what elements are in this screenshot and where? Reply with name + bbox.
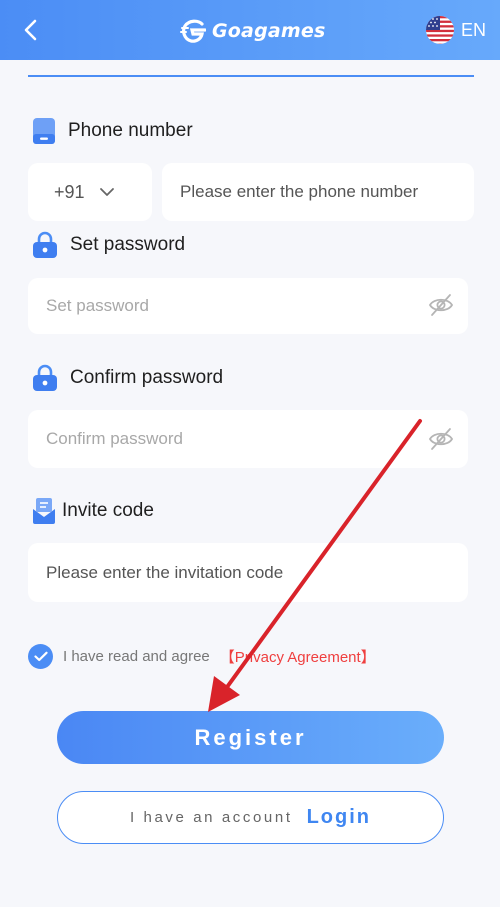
lock-icon [33, 364, 57, 391]
brand-logo: Goagames [180, 17, 326, 45]
confirm-password-input[interactable]: Confirm password [28, 410, 468, 468]
goagames-logo-icon [180, 19, 206, 43]
phone-icon [33, 118, 55, 144]
tab-underline [28, 75, 474, 77]
agree-checkbox[interactable] [28, 644, 53, 669]
phone-label-row: Phone number [32, 117, 193, 145]
confirm-password-placeholder: Confirm password [46, 429, 183, 448]
login-button[interactable]: I have an account Login [57, 791, 444, 844]
agreement-text: I have read and agree [63, 648, 210, 665]
invite-label: Invite code [62, 500, 154, 521]
us-flag-icon [425, 16, 454, 44]
password-label-row: Set password [32, 231, 185, 259]
brand-name: Goagames [212, 20, 326, 42]
agreement-row: I have read and agree 【Privacy Agreement… [28, 644, 376, 669]
chevron-down-icon [99, 188, 114, 196]
country-code-value: +91 [54, 181, 85, 202]
password-label: Set password [70, 234, 186, 255]
eye-off-icon[interactable] [428, 426, 454, 452]
language-selector[interactable]: EN [425, 14, 486, 46]
invite-label-row: Invite code [32, 497, 154, 525]
phone-input[interactable]: Please enter the phone number [162, 163, 474, 221]
phone-label: Phone number [68, 120, 193, 141]
chevron-left-icon[interactable] [18, 16, 44, 44]
password-placeholder: Set password [46, 296, 149, 315]
checkmark-icon [33, 651, 48, 662]
confirm-password-label: Confirm password [70, 367, 224, 388]
header-bar: Goagames EN [0, 0, 500, 60]
confirm-password-label-row: Confirm password [32, 364, 223, 392]
password-input[interactable]: Set password [28, 278, 468, 334]
have-account-text: I have an account [129, 809, 293, 826]
privacy-agreement-link[interactable]: 【Privacy Agreement】 [220, 646, 376, 667]
country-code-select[interactable]: +91 [28, 163, 152, 221]
language-label: EN [460, 19, 486, 40]
invite-code-input[interactable]: Please enter the invitation code [28, 543, 468, 602]
invite-placeholder: Please enter the invitation code [46, 562, 284, 582]
invite-icon [33, 498, 55, 524]
phone-placeholder: Please enter the phone number [180, 182, 419, 201]
eye-off-icon[interactable] [428, 292, 454, 318]
register-button[interactable]: Register [57, 711, 444, 764]
lock-icon [33, 231, 57, 258]
login-label: Login [306, 806, 372, 828]
